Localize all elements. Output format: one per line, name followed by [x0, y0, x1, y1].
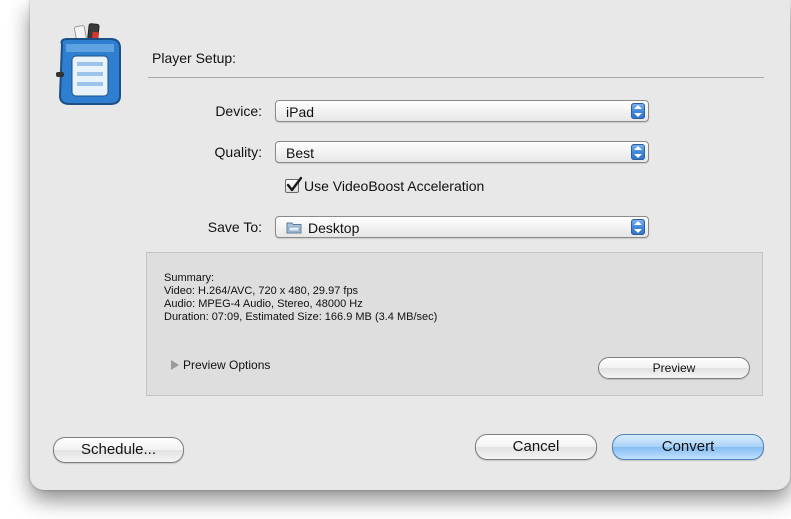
popup-stepper-icon: [631, 144, 645, 160]
cancel-button[interactable]: Cancel: [475, 434, 597, 460]
summary-panel: Summary: Video: H.264/AVC, 720 x 480, 29…: [146, 252, 763, 396]
quality-label: Quality:: [214, 144, 262, 160]
quality-value: Best: [286, 145, 315, 161]
popup-stepper-icon: [631, 103, 645, 119]
summary-heading: Summary:: [164, 272, 215, 284]
summary-text: Summary: Video: H.264/AVC, 720 x 480, 29…: [164, 272, 437, 324]
toast-app-icon: [56, 23, 121, 105]
summary-video: Video: H.264/AVC, 720 x 480, 29.97 fps: [164, 285, 359, 297]
section-divider: [148, 77, 764, 78]
videoboost-checkbox[interactable]: [285, 176, 303, 193]
schedule-button[interactable]: Schedule...: [53, 437, 184, 463]
convert-button[interactable]: Convert: [612, 434, 764, 460]
save-to-popup[interactable]: Desktop: [275, 216, 649, 238]
save-to-label: Save To:: [207, 219, 262, 235]
summary-duration: Duration: 07:09, Estimated Size: 166.9 M…: [164, 311, 438, 323]
device-popup[interactable]: iPad: [275, 100, 649, 122]
popup-stepper-icon: [631, 219, 645, 235]
videoboost-label: Use VideoBoost Acceleration: [304, 178, 485, 194]
device-label: Device:: [215, 103, 262, 119]
device-value: iPad: [286, 104, 315, 120]
folder-icon: [286, 222, 302, 234]
section-title: Player Setup:: [152, 50, 237, 66]
save-to-value: Desktop: [308, 220, 360, 236]
preview-button[interactable]: Preview: [598, 357, 750, 379]
summary-audio: Audio: MPEG-4 Audio, Stereo, 48000 Hz: [164, 298, 363, 310]
preview-options-label[interactable]: Preview Options: [183, 358, 270, 372]
quality-popup[interactable]: Best: [275, 141, 649, 163]
disclosure-triangle-icon[interactable]: [171, 360, 179, 370]
dialog-sheet: [30, 0, 790, 490]
